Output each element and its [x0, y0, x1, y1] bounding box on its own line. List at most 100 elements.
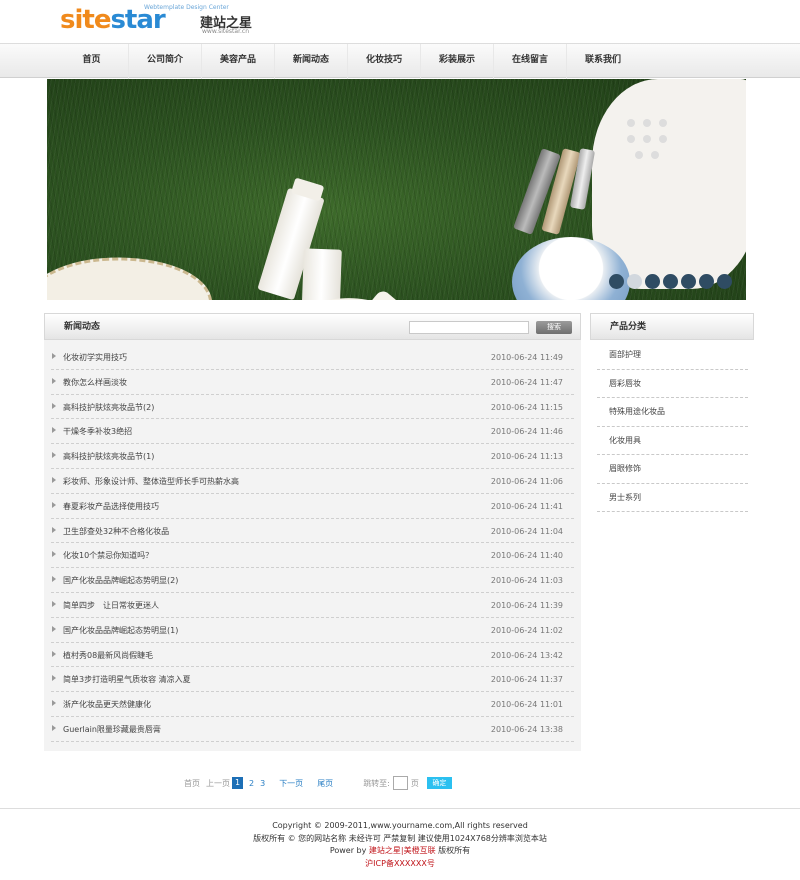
pager-jump-input[interactable]	[392, 776, 408, 790]
news-date: 2010-06-24 11:37	[490, 675, 563, 685]
bullet-arrow-icon	[52, 452, 56, 459]
news-date: 2010-06-24 11:41	[490, 501, 563, 511]
news-row: 国产化妆品品牌崛起态势明显(1) 2010-06-24 11:02	[51, 618, 574, 643]
news-title-link[interactable]: 植村秀08最新风尚假睫毛	[63, 643, 153, 669]
news-panel-title: 新闻动态	[64, 322, 101, 332]
news-date: 2010-06-24 11:49	[490, 353, 563, 362]
news-date: 2010-06-24 11:13	[490, 452, 563, 462]
news-row: 化妆初学实用技巧 2010-06-24 11:49	[51, 345, 574, 370]
category-sidebar-title: 产品分类	[610, 322, 647, 332]
bullet-arrow-icon	[52, 377, 56, 384]
pager-page-link[interactable]: 2	[249, 779, 254, 788]
news-row: 简单3步打造明星气质妆容 清凉入夏 2010-06-24 11:37	[51, 667, 574, 693]
news-date: 2010-06-24 11:47	[490, 377, 563, 387]
news-row: 浙产化妆品更天然健康化 2010-06-24 11:01	[51, 692, 574, 717]
nav-item[interactable]: 首页	[55, 44, 128, 79]
news-panel-header: 新闻动态 搜索	[44, 313, 581, 340]
news-title-link[interactable]: 干燥冬季补妆3绝招	[63, 419, 132, 445]
banner-slide-dot[interactable]	[681, 274, 696, 289]
logo-url: www.sitestar.cn	[202, 28, 249, 35]
news-title-link[interactable]: 高科技护肤炫亮妆品节(2)	[63, 395, 154, 421]
news-row: 化妆10个禁忌你知道吗？ 2010-06-24 11:40	[51, 543, 574, 569]
bullet-arrow-icon	[52, 427, 56, 434]
news-title-link[interactable]: 国产化妆品品牌崛起态势明显(2)	[63, 568, 178, 594]
category-item[interactable]: 特殊用途化妆品	[597, 398, 748, 427]
news-title-link[interactable]: Guerlain限量珍藏最贵唇膏	[63, 717, 161, 743]
banner-slide-dot[interactable]	[627, 274, 642, 289]
bullet-arrow-icon	[52, 526, 56, 533]
news-row: 高科技护肤炫亮妆品节(1) 2010-06-24 11:13	[51, 444, 574, 469]
pager-jump-label: 跳转至:	[363, 778, 390, 788]
news-date: 2010-06-24 11:02	[490, 625, 563, 635]
footer-power-link[interactable]: 建站之星|美橙互联	[369, 846, 436, 855]
nav-item[interactable]: 新闻动态	[274, 44, 347, 79]
nav-items: 首页 公司简介 美容产品 新闻动态 化妆技巧 彩装展示 在线留言 联系我们	[55, 44, 639, 79]
bullet-arrow-icon	[52, 402, 56, 409]
banner-slide-dot[interactable]	[699, 274, 714, 289]
nav-item[interactable]: 美容产品	[201, 44, 274, 79]
bullet-arrow-icon	[52, 551, 56, 558]
banner-slide-dot[interactable]	[663, 274, 678, 289]
news-list: 化妆初学实用技巧 2010-06-24 11:49 教你怎么样画淡妆 2010-06-…	[51, 345, 574, 742]
news-title-link[interactable]: 彩妆师、形象设计师、整体造型师长手可热薪水高	[63, 469, 239, 495]
pager-page-unit: 页	[410, 778, 419, 788]
bullet-arrow-icon	[52, 700, 56, 707]
banner-slide-dot[interactable]	[717, 274, 732, 289]
news-title-link[interactable]: 简单3步打造明星气质妆容 清凉入夏	[63, 667, 191, 693]
news-title-link[interactable]: 浙产化妆品更天然健康化	[63, 692, 151, 718]
pager-last-link[interactable]: 尾页	[317, 778, 333, 789]
news-search-button[interactable]: 搜索	[536, 321, 572, 334]
news-row: 彩妆师、形象设计师、整体造型师长手可热薪水高 2010-06-24 11:06	[51, 469, 574, 494]
news-title-link[interactable]: 国产化妆品品牌崛起态势明显(1)	[63, 618, 178, 644]
news-date: 2010-06-24 11:46	[490, 427, 563, 437]
pager-page-current[interactable]: 1	[232, 777, 243, 789]
news-title-link[interactable]: 简单四步 让日常妆更迷人	[63, 593, 159, 619]
category-item[interactable]: 唇彩唇妆	[597, 370, 748, 398]
news-row: 国产化妆品品牌崛起态势明显(2) 2010-06-24 11:03	[51, 568, 574, 593]
nav-item[interactable]: 在线留言	[493, 44, 566, 79]
banner-slide-dot[interactable]	[645, 274, 660, 289]
news-date: 2010-06-24 11:15	[490, 402, 563, 412]
news-title-link[interactable]: 化妆10个禁忌你知道吗？	[63, 543, 153, 569]
news-title-link[interactable]: 卫生部查处32种不合格化妆品	[63, 519, 169, 545]
news-search-input[interactable]	[409, 321, 529, 334]
logo-wordmark-site: site	[60, 5, 111, 35]
news-panel: 新闻动态 搜索 化妆初学实用技巧 2010-06-24 11:49 教你怎么样画淡妆…	[44, 313, 581, 751]
news-title-link[interactable]: 高科技护肤炫亮妆品节(1)	[63, 444, 154, 470]
news-row: 植村秀08最新风尚假睫毛 2010-06-24 13:42	[51, 643, 574, 668]
banner-slide-dots	[609, 274, 732, 289]
news-row: Guerlain限量珍藏最贵唇膏 2010-06-24 13:38	[51, 717, 574, 742]
pager-go-button[interactable]: 确定	[426, 777, 452, 789]
bullet-arrow-icon	[52, 476, 56, 483]
site-logo[interactable]: sitestar Webtemplate Design Center 建站之星 …	[60, 4, 260, 38]
nav-item[interactable]: 化妆技巧	[347, 44, 420, 79]
pager-next-link[interactable]: 下一页	[279, 778, 303, 789]
nav-item[interactable]: 彩装展示	[420, 44, 493, 79]
news-date: 2010-06-24 13:38	[490, 724, 563, 734]
news-title-link[interactable]: 教你怎么样画淡妆	[63, 370, 127, 396]
logo-tagline: Webtemplate Design Center	[144, 4, 229, 11]
news-title-link[interactable]: 化妆初学实用技巧	[63, 345, 127, 371]
nav-item[interactable]: 公司简介	[128, 44, 201, 79]
news-date: 2010-06-24 11:39	[490, 600, 563, 610]
category-sidebar: 产品分类 面部护理 唇彩唇妆 特殊用途化妆品 化妆用具 眉眼修饰 男士系列	[590, 313, 754, 512]
footer-power-suffix: 版权所有	[435, 846, 471, 855]
footer-power-line: Power by 建站之星|美橙互联 版权所有	[0, 845, 800, 858]
nav-item[interactable]: 联系我们	[566, 44, 639, 79]
pager-prev-link[interactable]: 上一页	[206, 778, 230, 789]
category-item[interactable]: 化妆用具	[597, 427, 748, 455]
news-title-link[interactable]: 春夏彩妆产品选择使用技巧	[63, 494, 159, 520]
category-item[interactable]: 面部护理	[597, 341, 748, 370]
category-item[interactable]: 眉眼修饰	[597, 455, 748, 484]
bullet-arrow-icon	[52, 650, 56, 657]
category-item[interactable]: 男士系列	[597, 484, 748, 512]
news-date: 2010-06-24 11:01	[490, 700, 563, 710]
footer-icp-link[interactable]: 沪ICP备XXXXXX号	[0, 858, 800, 871]
bullet-arrow-icon	[52, 576, 56, 583]
pager-page-link[interactable]: 3	[260, 779, 265, 788]
hero-banner[interactable]	[47, 79, 746, 300]
bullet-arrow-icon	[52, 724, 56, 731]
banner-slide-dot[interactable]	[609, 274, 624, 289]
pager-first-link[interactable]: 首页	[184, 778, 200, 789]
news-row: 教你怎么样画淡妆 2010-06-24 11:47	[51, 370, 574, 395]
